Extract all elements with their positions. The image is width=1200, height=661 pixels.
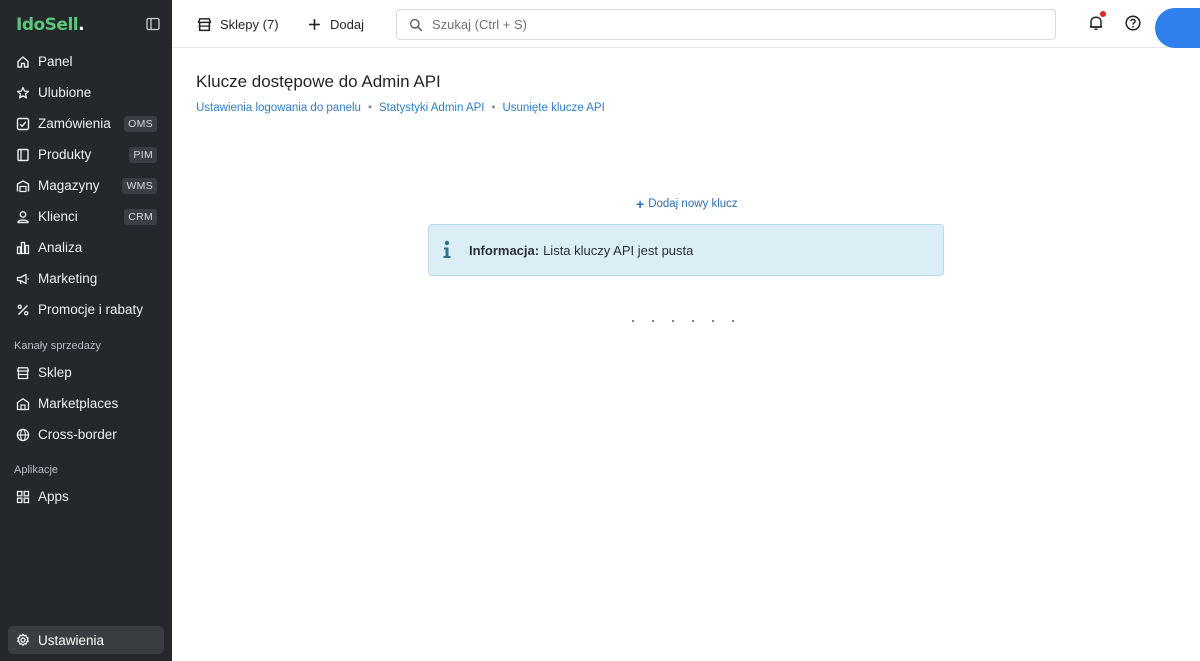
add-new-key-button[interactable]: + Dodaj nowy klucz [636, 196, 738, 212]
logo-text: IdoSell [16, 15, 79, 35]
stores-label: Sklepy (7) [220, 16, 279, 32]
nav-item-label: Analiza [38, 240, 83, 255]
module-badge: WMS [122, 177, 157, 194]
storefront-icon [16, 366, 30, 380]
section-title-applications: Aplikacje [14, 464, 59, 476]
page-title: Klucze dostępowe do Admin API [196, 72, 441, 91]
link-separator: • [491, 102, 496, 114]
module-badge: CRM [124, 208, 157, 225]
related-links: Ustawienia logowania do panelu • Statyst… [196, 102, 605, 114]
logo-dot: . [78, 15, 85, 35]
plus-icon: + [636, 196, 645, 212]
link-admin-api-stats[interactable]: Statystyki Admin API [379, 102, 484, 114]
add-button[interactable]: Dodaj [307, 14, 364, 34]
search-input[interactable] [432, 17, 1032, 32]
notification-indicator [1100, 11, 1106, 17]
nav-item-marketing[interactable]: Marketing [6, 263, 164, 294]
nav-item-panel[interactable]: Panel [6, 46, 164, 77]
nav-item-label: Ulubione [38, 85, 92, 100]
checkbox-list-icon [16, 117, 30, 131]
nav-item-cross-border[interactable]: Cross-border [6, 419, 164, 450]
nav-item-label: Marketing [38, 271, 98, 286]
add-new-key-label: Dodaj nowy klucz [648, 198, 738, 210]
nav-item-label: Magazyny [38, 178, 100, 193]
nav-item-customers[interactable]: Klienci CRM [6, 201, 164, 232]
collapse-sidebar-icon[interactable] [146, 17, 160, 31]
nav-item-analytics[interactable]: Analiza [6, 232, 164, 263]
help-button[interactable] [1124, 14, 1142, 32]
nav-item-products[interactable]: Produkty PIM [6, 139, 164, 170]
link-deleted-api-keys[interactable]: Usunięte klucze API [502, 102, 604, 114]
nav-item-warehouses[interactable]: Magazyny WMS [6, 170, 164, 201]
bar-chart-icon [16, 241, 30, 255]
add-label: Dodaj [330, 16, 364, 32]
storefront-icon [197, 17, 212, 32]
main-navigation: Panel Ulubione Zamówienia OMS Produkty P… [6, 46, 164, 512]
star-icon [16, 86, 30, 100]
main-content: Klucze dostępowe do Admin API Ustawienia… [172, 49, 1200, 661]
apps-grid-icon [16, 490, 30, 504]
nav-item-orders[interactable]: Zamówienia OMS [6, 108, 164, 139]
stores-button[interactable]: Sklepy (7) [197, 14, 279, 34]
nav-item-promotions[interactable]: Promocje i rabaty [6, 294, 164, 325]
user-avatar[interactable] [1155, 8, 1200, 48]
user-icon [16, 210, 30, 224]
nav-item-label: Ustawienia [38, 632, 105, 648]
sidebar: IdoSell. Panel Ulubione Zamówienia OMS P… [0, 0, 172, 661]
percent-icon [16, 303, 30, 317]
info-label: Informacja: [469, 242, 540, 258]
nav-item-label: Produkty [38, 147, 92, 162]
nav-item-settings[interactable]: Ustawienia [8, 626, 164, 654]
warehouse-icon [16, 179, 30, 193]
nav-item-label: Cross-border [38, 427, 117, 442]
search-icon [409, 18, 423, 32]
notifications-button[interactable] [1087, 11, 1106, 32]
brand-logo[interactable]: IdoSell. [16, 14, 85, 36]
globe-icon [16, 428, 30, 442]
nav-item-favorites[interactable]: Ulubione [6, 77, 164, 108]
nav-item-label: Panel [38, 54, 73, 69]
search-box[interactable] [396, 9, 1056, 40]
nav-item-label: Promocje i rabaty [38, 302, 144, 317]
home-icon [16, 55, 30, 69]
plus-icon [307, 17, 322, 32]
nav-item-marketplaces[interactable]: Marketplaces [6, 388, 164, 419]
marketplace-icon [16, 397, 30, 411]
info-alert: Informacja: Lista kluczy API jest pusta [428, 224, 944, 276]
nav-item-apps[interactable]: Apps [6, 481, 164, 512]
loading-indicator [632, 320, 752, 322]
link-separator: • [367, 102, 372, 114]
nav-item-shop[interactable]: Sklep [6, 357, 164, 388]
module-badge: OMS [124, 115, 157, 132]
nav-item-label: Sklep [38, 365, 72, 380]
help-icon [1125, 15, 1141, 31]
section-title-sales-channels: Kanały sprzedaży [14, 340, 101, 352]
info-message: Lista kluczy API jest pusta [543, 242, 694, 258]
info-icon [441, 240, 453, 260]
product-icon [16, 148, 30, 162]
nav-item-label: Marketplaces [38, 396, 119, 411]
top-bar: Sklepy (7) Dodaj [172, 0, 1200, 48]
nav-item-label: Zamówienia [38, 116, 111, 131]
link-login-settings[interactable]: Ustawienia logowania do panelu [196, 102, 361, 114]
nav-item-label: Apps [38, 489, 69, 504]
gear-icon [16, 633, 30, 647]
megaphone-icon [16, 272, 30, 286]
nav-item-label: Klienci [38, 209, 78, 224]
module-badge: PIM [129, 146, 157, 163]
